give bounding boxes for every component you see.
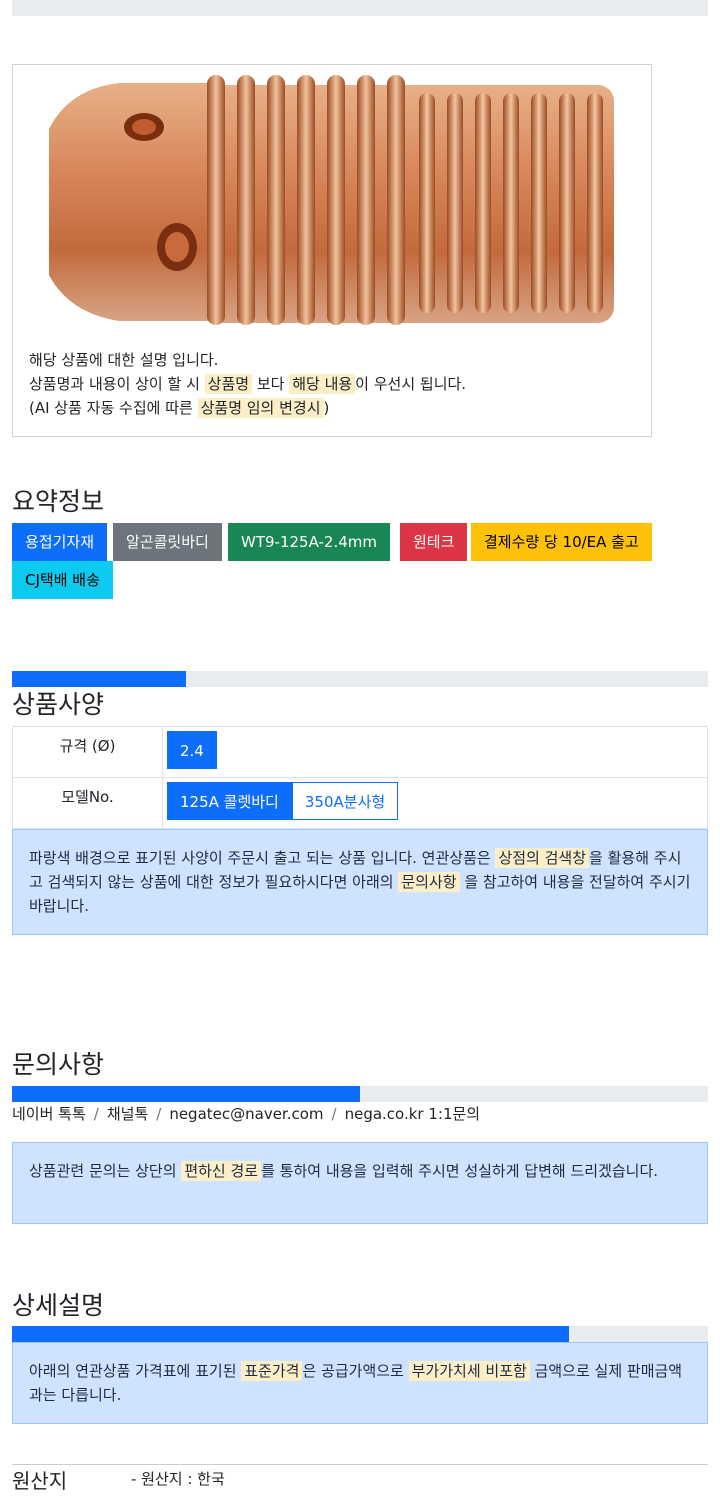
desc-line-2: 상품명과 내용이 상이 할 시 상품명 보다 해당 내용 이 우선시 됩니다. [29,372,466,396]
badge-product-type[interactable]: 알곤콜릿바디 [113,523,222,561]
contact-email[interactable]: negatec@naver.com [169,1105,323,1123]
note-text: 아래의 연관상품 가격표에 표기된 [29,1362,242,1380]
desc-text: 이 우선시 됩니다. [355,375,467,393]
highlight-route: 편하신 경로 [181,1161,262,1181]
highlight-vat-excluded: 부가가치세 비포함 [408,1361,530,1381]
origin-row: 원산지 - 원산지 : 한국 [12,1464,708,1493]
product-card: 해당 상품에 대한 설명 입니다. 상품명과 내용이 상이 할 시 상품명 보다… [12,64,652,437]
origin-value: - 원산지 : 한국 [131,1470,225,1488]
highlight-product-name: 상품명 [204,374,253,394]
note-text: 은 공급가액으로 [302,1362,409,1380]
badge-quantity[interactable]: 결제수량 당 10/EA 출고 [471,523,652,561]
inquiry-progress-fill [12,1086,360,1102]
detail-note: 아래의 연관상품 가격표에 표기된 표준가격 은 공급가액으로 부가가치세 비포함… [12,1342,708,1424]
badge-model[interactable]: WT9-125A-2.4mm [228,523,391,561]
separator: / [156,1105,162,1123]
inquiry-progress [12,1086,708,1102]
highlight-search-box: 상점의 검색창 [495,848,590,868]
note-text: 상품관련 문의는 상단의 [29,1162,182,1180]
origin-label: 원산지 [12,1469,68,1493]
desc-text: (AI 상품 자동 수집에 따른 [29,399,198,417]
highlight-content: 해당 내용 [289,374,356,394]
contact-breadcrumb: 네이버 톡톡 / 채널톡 / negatec@naver.com / nega.co.kr … [12,1103,480,1124]
contact-website[interactable]: nega.co.kr 1:1문의 [345,1105,481,1123]
contact-naver-talk[interactable]: 네이버 톡톡 [12,1105,86,1123]
option-model-350a[interactable]: 350A분사형 [291,782,399,820]
highlight-standard-price: 표준가격 [241,1361,303,1381]
highlight-name-change: 상품명 임의 변경시 [197,398,324,418]
summary-title: 요약정보 [12,487,105,516]
desc-text: 보다 [252,375,290,393]
detail-progress [12,1326,708,1342]
badge-maker[interactable]: 원테크 [400,523,468,561]
spec-progress [12,671,708,687]
option-model-125a[interactable]: 125A 콜렛바디 [167,782,292,820]
detail-progress-fill [12,1326,569,1342]
desc-line-3: (AI 상품 자동 수집에 따른 상품명 임의 변경시) [29,396,466,420]
separator: / [331,1105,337,1123]
spec-title: 상품사양 [12,690,105,719]
spec-row-size: 규격 (Ø) 2.4 [12,726,708,778]
desc-text: 상품명과 내용이 상이 할 시 [29,375,205,393]
note-text: 파랑색 배경으로 표기된 사양이 주문시 출고 되는 상품 입니다. 연관상품은 [29,849,496,867]
badge-shipping[interactable]: CJ택배 배송 [12,561,113,599]
spec-label-model: 모델No. [12,777,163,829]
option-size-2-4[interactable]: 2.4 [167,731,217,769]
spec-label-size: 규격 (Ø) [12,726,163,778]
spec-table: 규격 (Ø) 2.4 모델No. 125A 콜렛바디 350A분사형 [12,726,708,829]
highlight-inquiry: 문의사항 [398,872,460,892]
contact-channel-talk[interactable]: 채널톡 [107,1105,148,1123]
separator: / [93,1105,99,1123]
detail-title: 상세설명 [12,1291,105,1320]
inquiry-title: 문의사항 [12,1050,105,1079]
spec-row-model: 모델No. 125A 콜렛바디 350A분사형 [12,777,708,829]
note-text: 를 통하여 내용을 입력해 주시면 성실하게 답변해 드리겠습니다. [261,1162,659,1180]
badge-category[interactable]: 용접기자재 [12,523,108,561]
inquiry-note: 상품관련 문의는 상단의 편하신 경로 를 통하여 내용을 입력해 주시면 성실하… [12,1142,708,1224]
product-image [49,75,614,325]
spec-options-model: 125A 콜렛바디 350A분사형 [162,777,708,829]
spec-note: 파랑색 배경으로 표기된 사양이 주문시 출고 되는 상품 입니다. 연관상품은… [12,829,708,935]
top-divider-bar [12,0,708,16]
desc-line-1: 해당 상품에 대한 설명 입니다. [29,351,219,369]
product-description: 해당 상품에 대한 설명 입니다. 상품명과 내용이 상이 할 시 상품명 보다… [29,348,466,420]
desc-text: ) [323,399,330,417]
spec-options-size: 2.4 [162,726,708,778]
